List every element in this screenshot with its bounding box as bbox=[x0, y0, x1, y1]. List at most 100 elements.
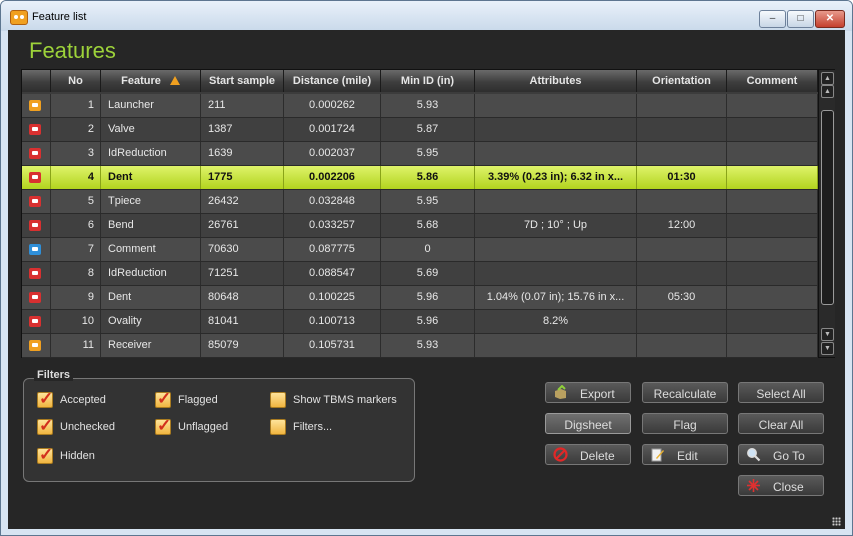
column-header-distance[interactable]: Distance (mile) bbox=[284, 70, 381, 92]
table-row[interactable]: 1 Launcher 211 0.000262 5.93 bbox=[22, 94, 818, 118]
cell-comment bbox=[727, 262, 818, 285]
vertical-scrollbar[interactable]: ▲ ▲ ▼ ▼ bbox=[818, 70, 835, 357]
cell-distance: 0.100713 bbox=[284, 310, 381, 333]
feature-icon-cell bbox=[22, 334, 51, 357]
cell-no: 10 bbox=[51, 310, 101, 333]
edit-icon bbox=[651, 448, 664, 462]
cell-minid: 5.95 bbox=[381, 190, 475, 213]
cell-minid: 0 bbox=[381, 238, 475, 261]
column-header-no[interactable]: No bbox=[51, 70, 101, 92]
select-all-button[interactable]: Select All bbox=[738, 382, 824, 403]
column-header-icon[interactable] bbox=[22, 70, 51, 92]
cell-attributes: 8.2% bbox=[475, 310, 637, 333]
table-row[interactable]: 2 Valve 1387 0.001724 5.87 bbox=[22, 118, 818, 142]
checkbox-label: Filters... bbox=[293, 421, 333, 433]
cell-start: 71251 bbox=[201, 262, 284, 285]
cell-comment bbox=[727, 310, 818, 333]
checkbox-box[interactable]: ✓ bbox=[155, 416, 172, 435]
checkmark-icon: ✓ bbox=[157, 416, 172, 435]
column-header-minid[interactable]: Min ID (in) bbox=[381, 70, 475, 92]
cell-distance: 0.087775 bbox=[284, 238, 381, 261]
page-title: Features bbox=[29, 38, 116, 63]
checkbox-label: Unchecked bbox=[60, 421, 116, 433]
cell-feature: IdReduction bbox=[101, 142, 201, 165]
scroll-up-button[interactable]: ▲ bbox=[821, 85, 834, 98]
cell-orientation: 12:00 bbox=[637, 214, 727, 237]
cell-attributes bbox=[475, 262, 637, 285]
maximize-button[interactable]: □ bbox=[787, 10, 814, 28]
close-spark-icon bbox=[747, 479, 760, 492]
column-header-feature[interactable]: Feature bbox=[101, 70, 201, 92]
minimize-button[interactable]: – bbox=[759, 10, 786, 28]
table-row[interactable]: 3 IdReduction 1639 0.002037 5.95 bbox=[22, 142, 818, 166]
cell-no: 3 bbox=[51, 142, 101, 165]
cell-minid: 5.93 bbox=[381, 334, 475, 357]
cell-feature: Receiver bbox=[101, 334, 201, 357]
column-header-label: Start sample bbox=[208, 75, 276, 87]
table-row[interactable]: 11 Receiver 85079 0.105731 5.93 bbox=[22, 334, 818, 358]
cell-feature: Bend bbox=[101, 214, 201, 237]
dent-icon bbox=[29, 292, 41, 303]
digsheet-button[interactable]: Digsheet bbox=[545, 413, 631, 434]
scroll-thumb[interactable] bbox=[821, 110, 834, 305]
checkbox-box[interactable] bbox=[270, 419, 286, 435]
clear-all-button[interactable]: Clear All bbox=[738, 413, 824, 434]
cell-attributes bbox=[475, 118, 637, 141]
checkbox-label: Accepted bbox=[60, 394, 106, 406]
edit-button[interactable]: Edit bbox=[642, 444, 728, 465]
resize-grip[interactable] bbox=[832, 517, 841, 526]
checkbox-box[interactable]: ✓ bbox=[37, 445, 53, 464]
cell-feature: Launcher bbox=[101, 94, 201, 117]
checkbox-box[interactable] bbox=[270, 392, 286, 408]
scroll-top-button[interactable]: ▲ bbox=[821, 72, 834, 85]
column-header-comment[interactable]: Comment bbox=[727, 70, 818, 92]
cell-feature: Comment bbox=[101, 238, 201, 261]
cell-no: 9 bbox=[51, 286, 101, 309]
column-header-attributes[interactable]: Attributes bbox=[475, 70, 637, 92]
close-button[interactable]: Close bbox=[738, 475, 824, 496]
cell-comment bbox=[727, 334, 818, 357]
cell-attributes: 7D ; 10° ; Up bbox=[475, 214, 637, 237]
table-row-selected[interactable]: 4 Dent 1775 0.002206 5.86 3.39% (0.23 in); 6.… bbox=[22, 166, 818, 190]
checkbox-box[interactable]: ✓ bbox=[155, 389, 172, 408]
cell-no: 7 bbox=[51, 238, 101, 261]
cell-orientation bbox=[637, 190, 727, 213]
column-header-orientation[interactable]: Orientation bbox=[637, 70, 727, 92]
feature-icon-cell bbox=[22, 118, 51, 141]
table-row[interactable]: 9 Dent 80648 0.100225 5.96 1.04% (0.07 in); 1… bbox=[22, 286, 818, 310]
delete-button[interactable]: Delete bbox=[545, 444, 631, 465]
cell-comment bbox=[727, 118, 818, 141]
cell-comment bbox=[727, 286, 818, 309]
cell-orientation bbox=[637, 262, 727, 285]
scroll-bottom-button[interactable]: ▼ bbox=[821, 342, 834, 355]
go-to-button[interactable]: Go To bbox=[738, 444, 824, 465]
export-button[interactable]: Export bbox=[545, 382, 631, 403]
close-window-button[interactable]: ✕ bbox=[815, 10, 845, 28]
table-row[interactable]: 8 IdReduction 71251 0.088547 5.69 bbox=[22, 262, 818, 286]
cell-no: 2 bbox=[51, 118, 101, 141]
column-header-label: Min ID (in) bbox=[400, 75, 455, 87]
cell-feature: Tpiece bbox=[101, 190, 201, 213]
table-row[interactable]: 7 Comment 70630 0.087775 0 bbox=[22, 238, 818, 262]
recalculate-button[interactable]: Recalculate bbox=[642, 382, 728, 403]
cell-attributes bbox=[475, 334, 637, 357]
table-row[interactable]: 10 Ovality 81041 0.100713 5.96 8.2% bbox=[22, 310, 818, 334]
table-row[interactable]: 6 Bend 26761 0.033257 5.68 7D ; 10° ; Up 12:00 bbox=[22, 214, 818, 238]
cell-orientation bbox=[637, 238, 727, 261]
checkbox-box[interactable]: ✓ bbox=[37, 389, 53, 408]
cell-start: 85079 bbox=[201, 334, 284, 357]
title-bar[interactable]: Feature list – □ ✕ bbox=[1, 1, 852, 31]
cell-orientation bbox=[637, 310, 727, 333]
feature-icon-cell bbox=[22, 262, 51, 285]
bend-icon bbox=[29, 220, 41, 231]
flag-button[interactable]: Flag bbox=[642, 413, 728, 434]
column-header-start[interactable]: Start sample bbox=[201, 70, 284, 92]
checkmark-icon: ✓ bbox=[157, 389, 172, 408]
checkbox-box[interactable]: ✓ bbox=[37, 416, 53, 435]
cell-distance: 0.088547 bbox=[284, 262, 381, 285]
column-header-label: Orientation bbox=[652, 75, 711, 87]
cell-minid: 5.86 bbox=[381, 166, 475, 189]
scroll-down-button[interactable]: ▼ bbox=[821, 328, 834, 341]
feature-icon-cell bbox=[22, 190, 51, 213]
table-row[interactable]: 5 Tpiece 26432 0.032848 5.95 bbox=[22, 190, 818, 214]
